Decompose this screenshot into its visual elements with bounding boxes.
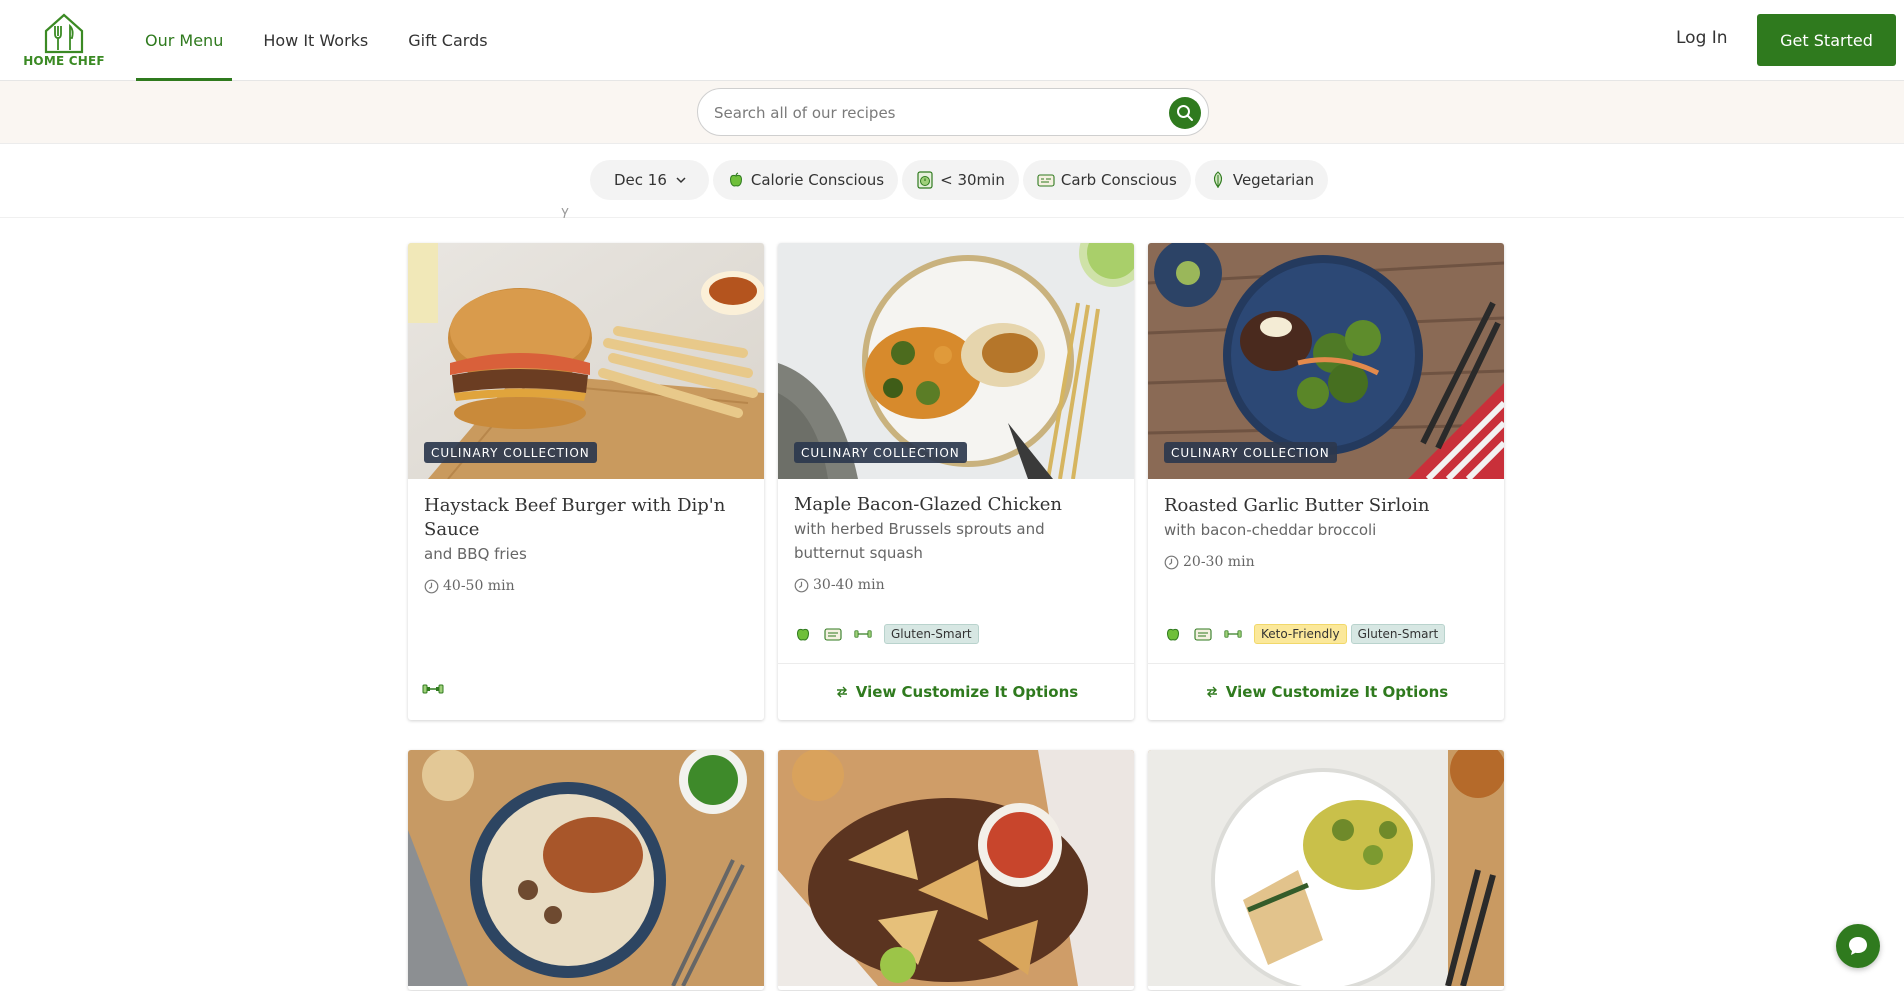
clock-icon xyxy=(1164,555,1179,570)
filter-label: < 30min xyxy=(940,171,1005,189)
recipe-search xyxy=(697,88,1209,136)
site-header: HOME CHEF Our Menu How It Works Gift Car… xyxy=(0,0,1904,82)
recipe-card[interactable]: CULINARY COLLECTION Haystack Beef Burger… xyxy=(408,243,764,720)
apple-icon xyxy=(727,171,745,189)
culinary-collection-badge: CULINARY COLLECTION xyxy=(1164,442,1337,463)
protein-icon xyxy=(854,625,872,643)
recipe-title: Haystack Beef Burger with Dip'n Sauce an… xyxy=(424,494,744,598)
clock-icon xyxy=(794,578,809,593)
culinary-collection-badge: CULINARY COLLECTION xyxy=(794,442,967,463)
leaf-icon xyxy=(1209,171,1227,189)
logo-house-icon xyxy=(44,13,84,54)
search-button[interactable] xyxy=(1169,97,1201,129)
cook-time-text: 30-40 min xyxy=(813,577,885,593)
filter-calorie-conscious[interactable]: Calorie Conscious xyxy=(712,160,899,200)
keto-friendly-tag: Keto-Friendly xyxy=(1254,624,1347,644)
gluten-smart-tag: Gluten-Smart xyxy=(1350,624,1446,644)
recipe-image xyxy=(408,750,764,986)
customize-options-label: View Customize It Options xyxy=(1225,683,1449,701)
apple-icon xyxy=(794,625,812,643)
filter-bar: Dec 16 Calorie Conscious < 30min Carb Co… xyxy=(0,144,1904,218)
filter-label: Carb Conscious xyxy=(1060,171,1177,189)
nav-our-menu[interactable]: Our Menu xyxy=(136,0,233,82)
cook-time-text: 40-50 min xyxy=(443,578,515,594)
week-date-select[interactable]: Dec 16 xyxy=(590,160,709,200)
filter-carb-conscious[interactable]: Carb Conscious xyxy=(1022,160,1191,200)
recipe-tags: Gluten-Smart xyxy=(794,624,983,644)
login-link[interactable]: Log In xyxy=(1676,28,1728,48)
customize-options-link[interactable]: View Customize It Options xyxy=(1148,663,1504,720)
recipe-subtitle: with herbed Brussels sprouts and buttern… xyxy=(794,520,1045,562)
recipe-card[interactable] xyxy=(1148,750,1504,990)
chat-bubble-icon xyxy=(1849,937,1867,955)
recipe-name: Haystack Beef Burger with Dip'n Sauce xyxy=(424,495,726,540)
filter-label: Calorie Conscious xyxy=(750,171,885,189)
recipe-tags: Keto-Friendly Gluten-Smart xyxy=(1164,624,1449,644)
recipe-subtitle: with bacon-cheddar broccoli xyxy=(1164,521,1377,539)
main-nav: Our Menu How It Works Gift Cards xyxy=(136,0,519,82)
swap-icon xyxy=(834,684,850,700)
chat-support-button[interactable] xyxy=(1836,924,1880,968)
cook-time: 20-30 min xyxy=(1164,550,1484,574)
bread-icon xyxy=(1194,625,1212,643)
filter-label: Vegetarian xyxy=(1232,171,1315,189)
recipe-image: CULINARY COLLECTION xyxy=(408,243,764,479)
apple-icon xyxy=(1164,625,1182,643)
nav-how-it-works[interactable]: How It Works xyxy=(254,0,377,81)
recipe-title: Roasted Garlic Butter Sirloin with bacon… xyxy=(1164,494,1484,574)
clipped-heading-fragment xyxy=(561,208,569,218)
recipe-card[interactable]: CULINARY COLLECTION Maple Bacon-Glazed C… xyxy=(778,243,1134,720)
protein-icon xyxy=(422,681,444,697)
clock-icon xyxy=(424,579,439,594)
recipe-subtitle: and BBQ fries xyxy=(424,545,527,563)
recipe-name: Roasted Garlic Butter Sirloin xyxy=(1164,495,1430,516)
home-chef-logo[interactable]: HOME CHEF xyxy=(22,12,106,70)
week-date-label: Dec 16 xyxy=(614,171,667,189)
culinary-collection-badge: CULINARY COLLECTION xyxy=(424,442,597,463)
chevron-down-icon xyxy=(675,174,687,186)
get-started-button[interactable]: Get Started xyxy=(1757,14,1896,66)
search-bar-region xyxy=(0,81,1904,144)
cook-time-text: 20-30 min xyxy=(1183,554,1255,570)
page: HOME CHEF Our Menu How It Works Gift Car… xyxy=(0,0,1904,991)
bread-icon xyxy=(824,625,842,643)
bread-icon xyxy=(1037,171,1055,189)
customize-options-link[interactable]: View Customize It Options xyxy=(778,663,1134,720)
recipe-image xyxy=(1148,750,1504,986)
cook-time: 30-40 min xyxy=(794,573,1114,597)
nav-gift-cards[interactable]: Gift Cards xyxy=(399,0,496,81)
recipe-image: CULINARY COLLECTION xyxy=(778,243,1134,479)
recipe-name: Maple Bacon-Glazed Chicken xyxy=(794,494,1062,515)
cook-time: 40-50 min xyxy=(424,574,744,598)
search-input[interactable] xyxy=(714,101,1134,125)
recipe-image xyxy=(778,750,1134,986)
recipe-card[interactable] xyxy=(408,750,764,990)
gluten-smart-tag: Gluten-Smart xyxy=(884,624,979,644)
recipe-title: Maple Bacon-Glazed Chicken with herbed B… xyxy=(794,493,1114,597)
recipe-card[interactable]: CULINARY COLLECTION Roasted Garlic Butte… xyxy=(1148,243,1504,720)
swap-icon xyxy=(1204,684,1220,700)
logo-text: HOME CHEF xyxy=(23,54,105,68)
timer-icon xyxy=(916,171,934,189)
filter-vegetarian[interactable]: Vegetarian xyxy=(1194,160,1329,200)
filter-chips: Dec 16 Calorie Conscious < 30min Carb Co… xyxy=(590,160,1332,200)
customize-options-label: View Customize It Options xyxy=(855,683,1079,701)
recipe-card[interactable] xyxy=(778,750,1134,990)
filter-under-30-min[interactable]: < 30min xyxy=(902,160,1019,200)
search-icon xyxy=(1177,105,1193,121)
recipe-image: CULINARY COLLECTION xyxy=(1148,243,1504,479)
protein-icon xyxy=(1224,625,1242,643)
